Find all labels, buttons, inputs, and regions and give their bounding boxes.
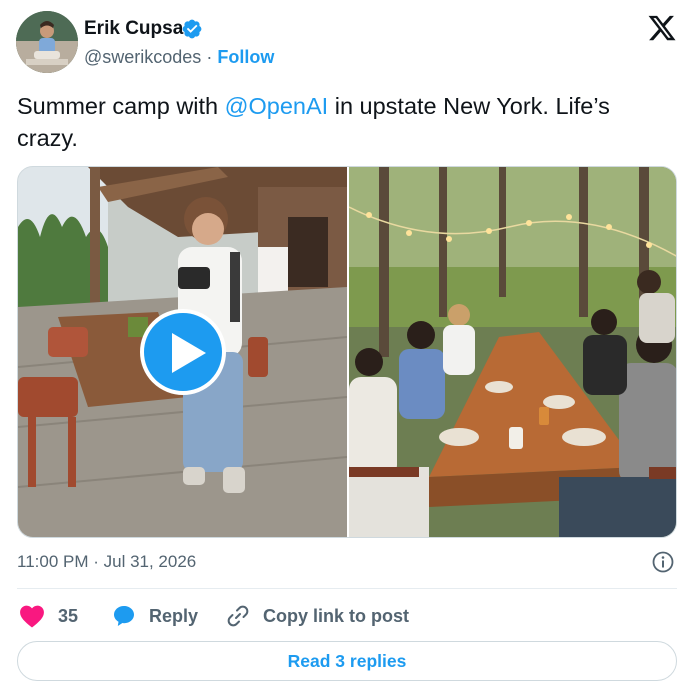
- play-button[interactable]: [140, 309, 226, 395]
- media-grid: [17, 166, 677, 538]
- read-replies-label: Read 3 replies: [287, 650, 407, 671]
- reply-bubble-icon: [114, 606, 134, 626]
- copy-link-label: Copy link to post: [263, 605, 409, 626]
- like-count: 35: [58, 605, 79, 626]
- tweet-embed-card: Erik Cupsa @swerikcodes · Follow Summer …: [0, 0, 696, 695]
- photo-thumbnail[interactable]: [348, 167, 676, 537]
- author-name[interactable]: Erik Cupsa: [84, 18, 183, 40]
- copy-link-button[interactable]: Copy link to post: [226, 602, 409, 630]
- reply-button[interactable]: Reply: [112, 602, 198, 630]
- play-icon: [172, 333, 206, 373]
- divider: [17, 588, 677, 589]
- mention-link[interactable]: @OpenAI: [225, 93, 329, 119]
- author-handle[interactable]: @swerikcodes: [84, 47, 201, 67]
- tweet-text-start: Summer camp with: [17, 93, 225, 119]
- info-icon[interactable]: [651, 550, 675, 574]
- read-replies-button[interactable]: Read 3 replies: [17, 641, 677, 681]
- follow-button[interactable]: Follow: [217, 47, 274, 67]
- handle-separator: ·: [206, 47, 213, 67]
- author-avatar[interactable]: [16, 11, 78, 73]
- like-button[interactable]: 35: [19, 602, 78, 630]
- heart-icon: [20, 605, 44, 628]
- tweet-text: Summer camp with @OpenAI in upstate New …: [17, 90, 677, 154]
- verified-badge-icon: [182, 19, 202, 39]
- post-timestamp[interactable]: 11:00 PM · Jul 31, 2026: [17, 552, 196, 572]
- reply-label: Reply: [149, 605, 199, 626]
- video-thumbnail[interactable]: [18, 167, 348, 537]
- author-handle-line: @swerikcodes · Follow: [84, 47, 274, 68]
- x-logo-icon[interactable]: [646, 13, 678, 43]
- link-icon: [227, 605, 249, 627]
